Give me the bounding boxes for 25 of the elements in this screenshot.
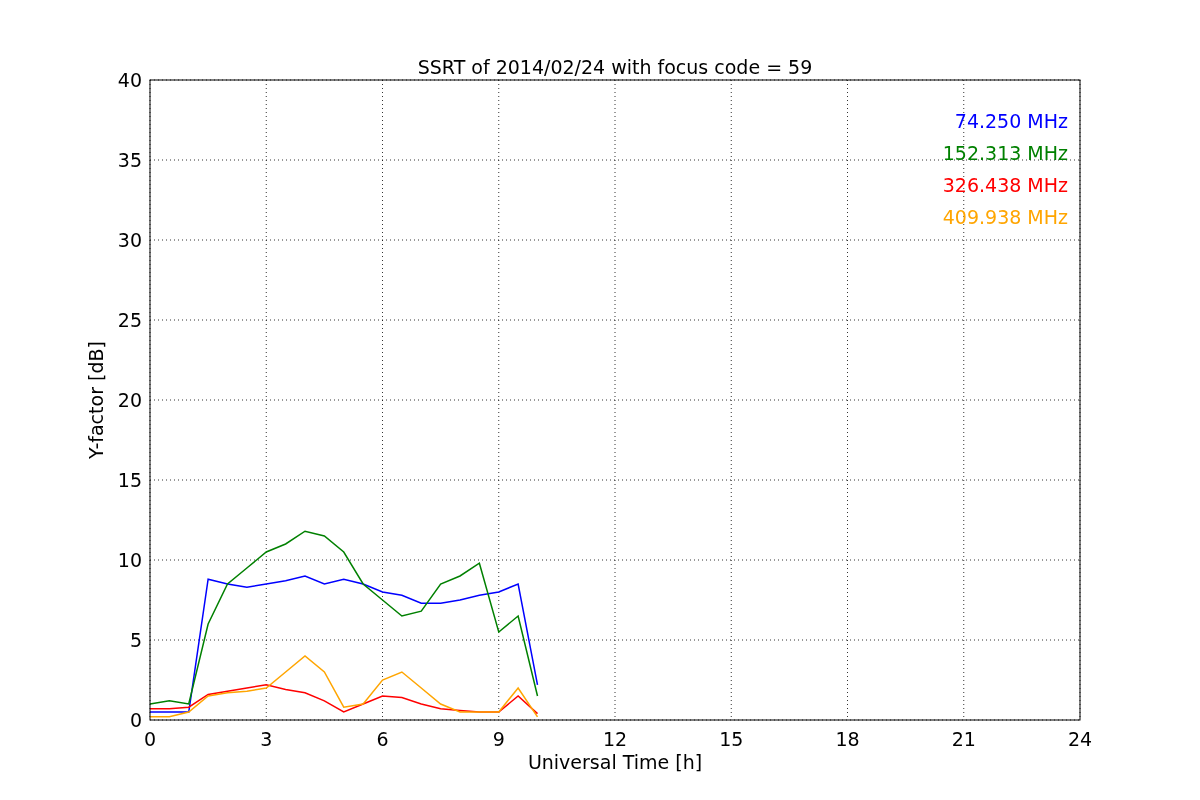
y-tick-label: 20: [117, 389, 142, 411]
y-axis-label: Y-factor [dB]: [85, 341, 107, 459]
y-tick-label: 40: [117, 69, 142, 91]
y-tick-label: 35: [117, 149, 142, 171]
x-tick-label: 12: [602, 728, 628, 750]
y-tick-label: 15: [117, 469, 142, 491]
x-tick-label: 9: [492, 728, 505, 750]
x-tick-label: 15: [719, 728, 744, 750]
x-tick-label: 6: [376, 728, 389, 750]
x-tick-label: 3: [260, 728, 273, 750]
x-tick-label: 24: [1067, 728, 1093, 750]
x-axis-label: Universal Time [h]: [527, 751, 703, 773]
legend-label: 409.938 MHz: [942, 206, 1068, 228]
x-tick-label: 21: [951, 728, 976, 750]
y-tick-label: 0: [129, 709, 142, 731]
y-tick-label: 25: [117, 309, 142, 331]
y-tick-label: 30: [117, 229, 142, 251]
x-tick-label: 0: [143, 728, 157, 750]
legend-label: 326.438 MHz: [942, 174, 1068, 196]
y-tick-label: 10: [117, 549, 142, 571]
legend-label: 74.250 MHz: [954, 110, 1068, 132]
chart-title: SSRT of 2014/02/24 with focus code = 59: [417, 56, 813, 78]
x-tick-label: 18: [835, 728, 860, 750]
legend-label: 152.313 MHz: [942, 142, 1068, 164]
y-tick-label: 5: [129, 629, 142, 651]
